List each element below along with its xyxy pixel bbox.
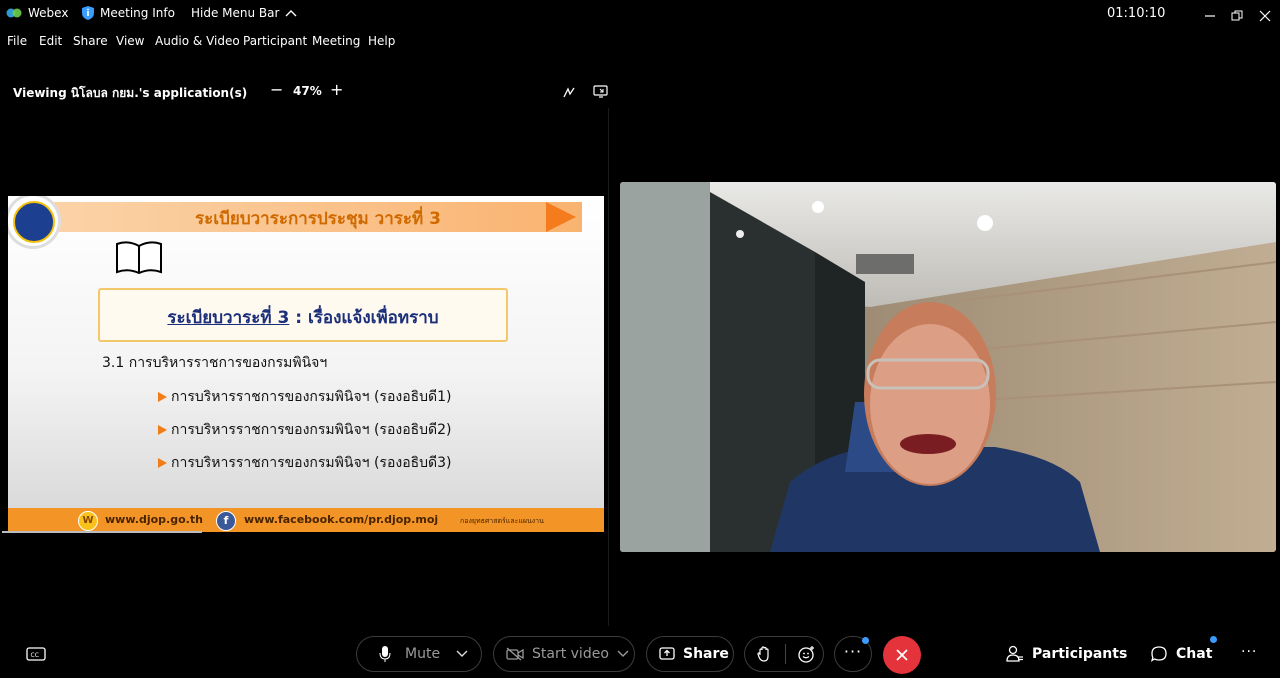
- bullet-text: การบริหารราชการของกรมพินิจฯ (รองอธิบดี1): [171, 389, 452, 405]
- shared-slide: ระเบียบวาระการประชุม วาระที่ 3 ระเบียบวา…: [8, 196, 604, 532]
- shield-info-icon: [82, 6, 94, 20]
- end-call-button[interactable]: [883, 636, 921, 674]
- start-video-button[interactable]: Start video: [493, 636, 635, 672]
- mute-label: Mute: [405, 646, 441, 662]
- participants-label: Participants: [1032, 646, 1128, 662]
- reactions-group: [744, 636, 824, 672]
- popout-icon[interactable]: [593, 85, 608, 98]
- zoom-level: 47%: [293, 84, 322, 98]
- zoom-in-button[interactable]: +: [330, 80, 343, 99]
- agenda-heading: 3.1 การบริหารราชการของกรมพินิจฯ: [102, 355, 328, 371]
- participants-icon: [1006, 645, 1023, 662]
- footer-department: กองยุทธศาสตร์และแผนงาน: [460, 517, 544, 525]
- app-title[interactable]: Webex: [6, 6, 68, 20]
- menu-file[interactable]: File: [7, 34, 27, 48]
- list-item: การบริหารราชการของกรมพินิจฯ (รองอธิบดี1): [158, 386, 452, 408]
- agenda-box: ระเบียบวาระที่ 3 : เรื่องแจ้งเพื่อทราบ: [98, 288, 508, 342]
- agenda-box-title: ระเบียบวาระที่ 3 : เรื่องแจ้งเพื่อทราบ: [100, 304, 506, 331]
- notification-dot: [862, 637, 869, 644]
- annotate-icon[interactable]: [562, 85, 576, 99]
- zoom-out-button[interactable]: −: [270, 80, 283, 99]
- participant-video[interactable]: [620, 182, 1276, 552]
- video-off-icon: [506, 647, 524, 661]
- chevron-down-icon[interactable]: [617, 650, 629, 658]
- share-screen-icon: [659, 647, 675, 660]
- share-button[interactable]: Share: [646, 636, 734, 672]
- menu-meeting[interactable]: Meeting: [312, 34, 360, 48]
- agenda-topic: : เรื่องแจ้งเพื่อทราบ: [289, 308, 439, 328]
- share-viewing-bar: Viewing นิโลบล กยม.'s application(s) − 4…: [0, 78, 612, 106]
- slide-banner-title: ระเบียบวาระการประชุม วาระที่ 3: [195, 209, 441, 229]
- bullet-text: การบริหารราชการของกรมพินิจฯ (รองอธิบดี3): [171, 455, 452, 471]
- restore-icon[interactable]: [1231, 7, 1243, 26]
- facebook-icon: f: [216, 511, 236, 531]
- raise-hand-icon[interactable]: [757, 646, 771, 662]
- chat-label: Chat: [1176, 646, 1213, 662]
- list-item: การบริหารราชการของกรมพินิจฯ (รองอธิบดี3): [158, 452, 452, 474]
- bullet-text: การบริหารราชการของกรมพินิจฯ (รองอธิบดี2): [171, 422, 452, 438]
- bullet-arrow-icon: [158, 425, 167, 435]
- video-frame: [620, 182, 1276, 552]
- menu-bar: File Edit Share View Audio & Video Parti…: [0, 28, 1280, 54]
- department-logo: [8, 196, 58, 246]
- app-name: Webex: [28, 6, 69, 20]
- chat-icon: [1150, 646, 1167, 662]
- meeting-info-button[interactable]: Meeting Info: [82, 6, 175, 20]
- chevron-up-icon: [285, 10, 297, 17]
- microphone-icon: [379, 646, 391, 662]
- participants-button[interactable]: Participants: [1006, 645, 1127, 663]
- menu-participant[interactable]: Participant: [243, 34, 307, 48]
- menu-edit[interactable]: Edit: [39, 34, 62, 48]
- slide-footer: W www.djop.go.th f www.facebook.com/pr.d…: [8, 508, 604, 532]
- more-icon: ···: [843, 641, 863, 661]
- viewing-label: Viewing นิโลบล กยม.'s application(s): [13, 86, 248, 100]
- banner-arrow: [546, 202, 576, 232]
- menu-view[interactable]: View: [116, 34, 144, 48]
- footer-website: www.djop.go.th: [105, 513, 203, 526]
- more-icon[interactable]: ···: [1241, 644, 1257, 660]
- reactions-icon[interactable]: [798, 645, 816, 663]
- minimize-icon[interactable]: [1204, 7, 1216, 26]
- share-scrollbar[interactable]: [2, 531, 202, 533]
- close-icon[interactable]: [1259, 7, 1271, 26]
- bullet-arrow-icon: [158, 392, 167, 402]
- menu-share[interactable]: Share: [73, 34, 108, 48]
- bullet-arrow-icon: [158, 458, 167, 468]
- menu-audio-video[interactable]: Audio & Video: [155, 34, 240, 48]
- book-icon: [116, 241, 162, 275]
- meeting-info-label: Meeting Info: [100, 6, 175, 20]
- captions-icon[interactable]: CC: [26, 646, 46, 666]
- chat-button[interactable]: Chat: [1150, 645, 1212, 663]
- menu-help[interactable]: Help: [368, 34, 395, 48]
- divider: [785, 644, 786, 664]
- hide-menu-label: Hide Menu Bar: [191, 6, 280, 20]
- start-video-label: Start video: [532, 646, 609, 662]
- svg-text:CC: CC: [31, 652, 39, 659]
- chevron-down-icon[interactable]: [456, 650, 468, 658]
- title-bar: Webex Meeting Info Hide Menu Bar 01:10:1…: [0, 0, 1280, 28]
- mute-button[interactable]: Mute: [356, 636, 482, 672]
- meeting-timer: 01:10:10: [1107, 6, 1166, 21]
- web-icon: W: [78, 511, 98, 531]
- end-call-icon: [896, 649, 908, 661]
- footer-facebook: www.facebook.com/pr.djop.moj: [244, 513, 439, 526]
- hide-menu-bar-button[interactable]: Hide Menu Bar: [191, 6, 297, 20]
- webex-logo-icon: [6, 8, 22, 18]
- share-label: Share: [683, 646, 729, 662]
- list-item: การบริหารราชการของกรมพินิจฯ (รองอธิบดี2): [158, 419, 452, 441]
- agenda-number: ระเบียบวาระที่ 3: [167, 308, 290, 328]
- chat-notification-dot: [1210, 636, 1217, 643]
